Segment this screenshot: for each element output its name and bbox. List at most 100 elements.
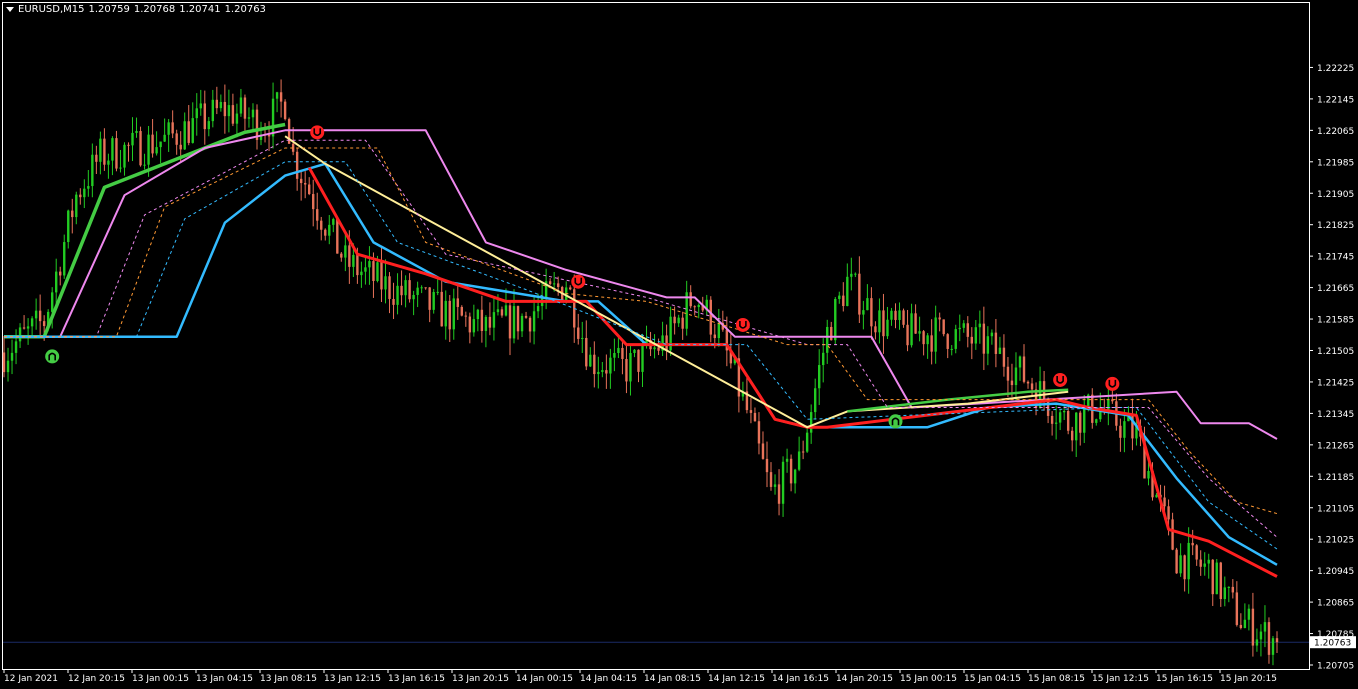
candle-body [50,292,54,312]
candle-body [910,313,913,346]
candle-body [34,310,38,319]
y-tick-label: 1.21745 [1317,253,1354,263]
candle-body [10,352,14,361]
candle-body [1235,592,1239,625]
candle-body [303,183,307,185]
candle-body [1022,356,1026,382]
candle-body [858,273,861,315]
candle-body [151,134,154,154]
x-tick-label: 14 Jan 16:15 [772,674,829,684]
candle-body [271,98,275,137]
candle-body [1191,542,1194,546]
candle-body [111,138,114,161]
candle-body [59,271,62,276]
candle-body [187,121,190,143]
candle-body [757,421,761,444]
candle-body [532,311,536,332]
sell-signal-icon [310,125,325,140]
candle-body [809,412,813,433]
x-tick-label: 14 Jan 04:15 [580,674,637,684]
candle-body [30,318,34,327]
candle-body [918,331,921,334]
candle-body [846,276,849,307]
price-axis: 1.22225 1.22145 1.22065 1.21985 1.21905 1.218… [1309,64,1356,672]
candle-body [914,313,917,334]
candle-body [143,164,146,166]
candle-body [388,276,391,299]
y-tick-label: 1.21665 [1317,284,1354,294]
x-tick-label: 15 Jan 16:15 [1156,674,1213,684]
candle-body [324,229,327,236]
candle-body [440,291,443,327]
y-tick-label: 1.20865 [1317,599,1354,609]
candle-body [227,105,231,117]
candle-body [211,99,215,122]
candle-body [974,327,978,344]
candle-body [251,109,255,118]
candle-body [396,285,399,305]
candle-body [589,354,592,367]
candle-body [1119,425,1122,438]
candle-body [344,245,347,258]
candle-body [139,131,142,166]
candle-body [524,315,528,318]
candle-body [18,327,22,342]
candle-body [368,261,371,268]
indicator-line-2 [4,162,1278,566]
candle-body [488,316,492,328]
candle-body [392,298,395,305]
candle-body [1050,415,1054,424]
indicator-line-1 [4,129,1278,440]
candle-body [63,242,66,276]
candle-body [103,138,106,165]
candle-body [500,309,504,316]
candle-body [749,410,753,413]
indicator-line-8 [4,147,1278,515]
chart-frame [2,2,1310,670]
candle-body [797,451,801,470]
candle-body [1211,559,1214,595]
candle-body [420,287,423,289]
candle-body [1215,562,1218,595]
x-tick-label: 15 Jan 20:15 [1220,674,1277,684]
sell-signal-icon [735,317,750,332]
y-tick-label: 1.22225 [1317,64,1354,74]
candle-body [613,352,616,358]
candle-body [673,316,676,324]
candle-body [1231,586,1235,593]
signal-arrows [45,125,1120,429]
candle-body [520,315,524,332]
candle-body [1123,421,1126,438]
candle-body [356,254,359,276]
x-tick-label: 13 Jan 20:15 [452,674,509,684]
candle-body [42,321,46,327]
y-tick-label: 1.21585 [1317,316,1354,326]
candle-body [597,371,600,375]
price-chart[interactable]: 1.22225 1.22145 1.22065 1.21985 1.21905 1.218… [0,0,1358,689]
candle-body [159,141,162,148]
x-tick-label: 13 Jan 12:15 [324,674,381,684]
candle-body [452,298,455,330]
candle-body [761,443,765,459]
x-tick-label: 15 Jan 08:15 [1028,674,1085,684]
candle-body [1183,555,1186,580]
candle-body [179,144,182,150]
candle-body [785,458,789,462]
candle-body [167,122,170,135]
candle-body [1219,562,1222,600]
candle-body [123,144,126,168]
indicator-lines [4,122,1278,578]
candle-body [781,461,785,504]
candle-body [769,472,773,487]
candle-body [605,370,608,374]
candle-body [316,209,319,221]
candle-body [777,484,781,504]
candle-body [231,105,235,124]
candle-body [1079,412,1082,433]
candle-body [838,295,841,299]
candle-body [818,365,821,389]
candle-body [22,327,26,329]
candle-body [577,327,580,339]
candle-body [247,117,251,119]
candle-body [637,349,640,372]
